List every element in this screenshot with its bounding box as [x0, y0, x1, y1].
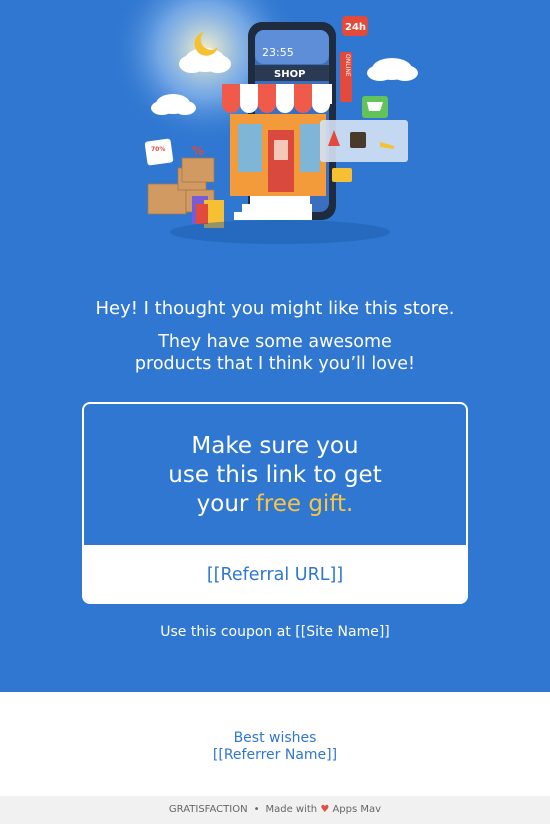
signoff-greeting: Best wishes [233, 730, 317, 746]
card-headline-line-2: use this link to get [168, 462, 382, 488]
shop-sign-text: SHOP [274, 69, 305, 80]
card-headline: Make sure you use this link to get your … [84, 432, 466, 519]
signoff: Best wishes [[Referrer Name]] [0, 730, 550, 764]
footer-separator: • [253, 804, 260, 815]
referral-link-box: [[Referral URL]] [84, 545, 466, 602]
hero-section: 23:55 SHOP ONLINE 24h 70% % Hey! I thoug… [0, 0, 550, 692]
intro-line: Hey! I thought you might like this store… [95, 298, 455, 319]
footer-made-with: Made with [265, 804, 318, 815]
card-headline-line-1: Make sure you [191, 433, 359, 459]
footer: GRATISFACTION • Made with ♥ Apps Mav [0, 796, 550, 824]
footer-brand: GRATISFACTION [168, 804, 248, 815]
intro-message-line-2: products that I think you’ll love! [134, 354, 416, 374]
card-headline-prefix: your [196, 491, 256, 517]
intro-message: They have some awesome products that I t… [0, 331, 550, 375]
signoff-referrer: [[Referrer Name]] [212, 747, 338, 763]
clock-text: 23:55 [262, 46, 294, 59]
heart-icon: ♥ [320, 804, 330, 815]
online-shop-illustration: 23:55 SHOP ONLINE 24h 70% % [110, 0, 418, 244]
card-headline-line-3: your free gift. [84, 490, 466, 519]
discount-tag-text: 70% [151, 146, 165, 153]
referral-card: Make sure you use this link to get your … [82, 402, 468, 604]
footer-maker: Apps Mav [332, 804, 382, 815]
online-sign-text: ONLINE [344, 54, 351, 77]
referral-link[interactable]: [[Referral URL]] [84, 545, 466, 602]
percent-symbol: % [192, 144, 204, 158]
free-gift-highlight: free gift. [255, 491, 354, 517]
coupon-note: Use this coupon at [[Site Name]] [160, 624, 390, 640]
intro-message-line-1: They have some awesome [158, 332, 392, 352]
badge-24h-text: 24h [345, 22, 366, 33]
